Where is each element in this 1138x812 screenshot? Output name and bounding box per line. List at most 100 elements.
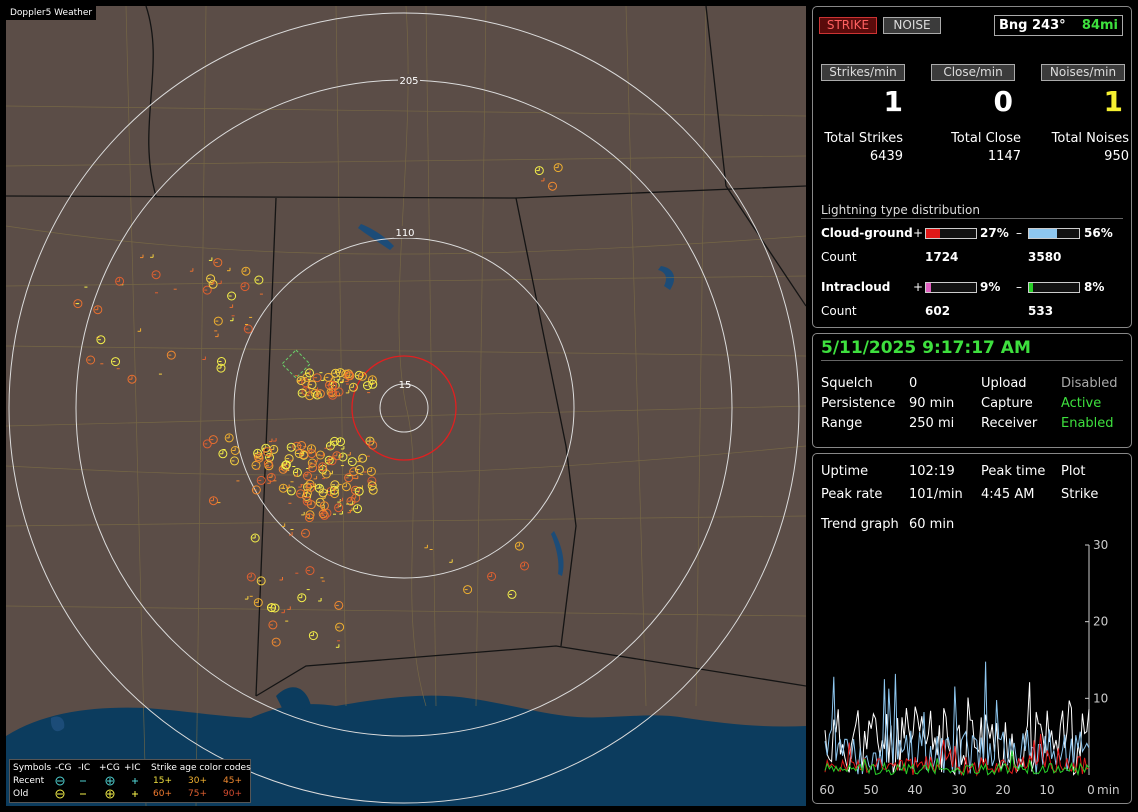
bearing-box: Bng 243° 84mi <box>994 15 1123 36</box>
strikes-per-min-value: 1 <box>883 85 903 118</box>
range-label: Range <box>821 416 863 431</box>
lightning-map[interactable]: 205 110 15 Doppler5 Weather Symbols -CG … <box>0 0 808 812</box>
trend-y-tick-label: 10 <box>1093 691 1108 705</box>
close-per-min-button[interactable]: Close/min <box>931 64 1015 81</box>
intracloud-label: Intracloud <box>821 280 891 294</box>
legend-age-15: 15+ <box>153 776 172 786</box>
total-noises-label: Total Noises <box>1051 131 1129 146</box>
cg-positive-bar <box>925 228 977 239</box>
legend-age-60: 60+ <box>153 789 172 799</box>
close-per-min-value: 0 <box>993 85 1013 118</box>
ic-negative-pct: 8% <box>1084 280 1105 294</box>
strike-indicator[interactable]: STRIKE <box>819 17 877 34</box>
trend-x-tick-label: 40 <box>907 783 922 797</box>
squelch-label: Squelch <box>821 376 873 391</box>
trend-x-tick-label: 60 <box>819 783 834 797</box>
receiver-label: Receiver <box>981 416 1038 431</box>
plot-label: Plot <box>1061 464 1086 479</box>
trend-series-ic <box>824 750 1090 777</box>
trend-y-tick-label: 30 <box>1093 540 1108 552</box>
total-strikes-value: 6439 <box>869 149 903 164</box>
trend-graph-value: 60 min <box>909 517 955 532</box>
ic-count-label: Count <box>821 304 857 318</box>
strikes-per-min-button[interactable]: Strikes/min <box>821 64 905 81</box>
legend-old-label: Old <box>13 789 29 799</box>
upload-label: Upload <box>981 376 1027 391</box>
cg-minus-sign: – <box>1016 226 1022 240</box>
datetime-display: 5/11/2025 9:17:17 AM <box>821 338 1031 358</box>
legend-age-75: 75+ <box>188 789 207 799</box>
cg-count-label: Count <box>821 250 857 264</box>
legend-minus-ic: -IC <box>78 763 91 773</box>
cg-positive-pct: 27% <box>980 226 1009 240</box>
range-value: 250 mi <box>909 416 955 431</box>
trend-graph: 30 20 10 60 50 40 30 20 10 0 min <box>819 540 1120 797</box>
range-label-205: 205 <box>399 76 418 87</box>
cg-negative-bar <box>1028 228 1080 239</box>
trend-graph-label: Trend graph <box>821 517 899 532</box>
total-close-value: 1147 <box>987 149 1021 164</box>
trend-x-tick-label: 10 <box>1039 783 1054 797</box>
settings-panel: 5/11/2025 9:17:17 AM Squelch 0 Persisten… <box>812 333 1132 448</box>
plot-value[interactable]: Strike <box>1061 487 1098 502</box>
capture-label: Capture <box>981 396 1033 411</box>
ic-plus-sign: + <box>913 280 924 294</box>
receiver-value: Enabled <box>1061 416 1114 431</box>
peak-time-label: Peak time <box>981 464 1046 479</box>
cg-positive-count: 1724 <box>925 250 959 264</box>
legend-plus-ic: +IC <box>124 763 141 773</box>
range-label-15: 15 <box>399 380 412 391</box>
peak-rate-value: 101/min <box>909 487 963 502</box>
legend-age-30: 30+ <box>188 776 207 786</box>
legend-age-90: 90+ <box>223 789 242 799</box>
bearing-label: Bng 243° <box>999 18 1066 33</box>
peak-time-value: 4:45 AM <box>981 487 1035 502</box>
distance-label: 84mi <box>1081 18 1118 33</box>
legend-age-title: Strike age color codes <box>151 763 251 773</box>
legend-symbols-label: Symbols <box>13 763 52 773</box>
trend-x-unit: min <box>1097 783 1120 797</box>
squelch-value: 0 <box>909 376 918 391</box>
range-label-110: 110 <box>395 228 414 239</box>
noises-per-min-value: 1 <box>1103 85 1123 118</box>
ic-positive-pct: 9% <box>980 280 1001 294</box>
uptime-label: Uptime <box>821 464 869 479</box>
strike-legend: Symbols -CG -IC +CG +IC Strike age color… <box>9 759 251 803</box>
distribution-title: Lightning type distribution <box>821 203 980 217</box>
status-panel: STRIKE NOISE Bng 243° 84mi Strikes/min C… <box>812 6 1132 328</box>
persistence-value: 90 min <box>909 396 955 411</box>
trend-x-tick-label: 30 <box>951 783 966 797</box>
trend-panel: Uptime 102:19 Peak time Plot Peak rate 1… <box>812 453 1132 804</box>
uptime-value: 102:19 <box>909 464 955 479</box>
cg-plus-sign: + <box>913 226 924 240</box>
cloud-ground-label: Cloud-ground <box>821 226 913 240</box>
distribution-rule <box>821 218 1123 219</box>
ic-minus-sign: – <box>1016 280 1022 294</box>
legend-symbol-icons <box>55 776 138 799</box>
total-noises-value: 950 <box>1104 149 1129 164</box>
ic-positive-bar <box>925 282 977 293</box>
trend-x-tick-label: 0 <box>1087 783 1095 797</box>
datetime-rule <box>821 360 1123 361</box>
capture-value: Active <box>1061 396 1102 411</box>
legend-age-45: 45+ <box>223 776 242 786</box>
legend-plus-cg: +CG <box>99 763 120 773</box>
map-canvas[interactable]: 205 110 15 <box>6 6 806 806</box>
total-strikes-label: Total Strikes <box>824 131 903 146</box>
cg-negative-count: 3580 <box>1028 250 1062 264</box>
ic-positive-count: 602 <box>925 304 951 318</box>
legend-minus-cg: -CG <box>55 763 72 773</box>
ic-negative-bar <box>1028 282 1080 293</box>
ic-negative-count: 533 <box>1028 304 1054 318</box>
total-close-label: Total Close <box>951 131 1021 146</box>
app-title: Doppler5 Weather <box>6 6 97 20</box>
noise-indicator[interactable]: NOISE <box>883 17 941 34</box>
legend-recent-label: Recent <box>13 776 45 786</box>
cg-negative-pct: 56% <box>1084 226 1113 240</box>
upload-value: Disabled <box>1061 376 1118 391</box>
persistence-label: Persistence <box>821 396 896 411</box>
trend-x-tick-label: 20 <box>995 783 1010 797</box>
trend-x-tick-label: 50 <box>863 783 878 797</box>
noises-per-min-button[interactable]: Noises/min <box>1041 64 1125 81</box>
trend-y-tick-label: 20 <box>1093 615 1108 629</box>
